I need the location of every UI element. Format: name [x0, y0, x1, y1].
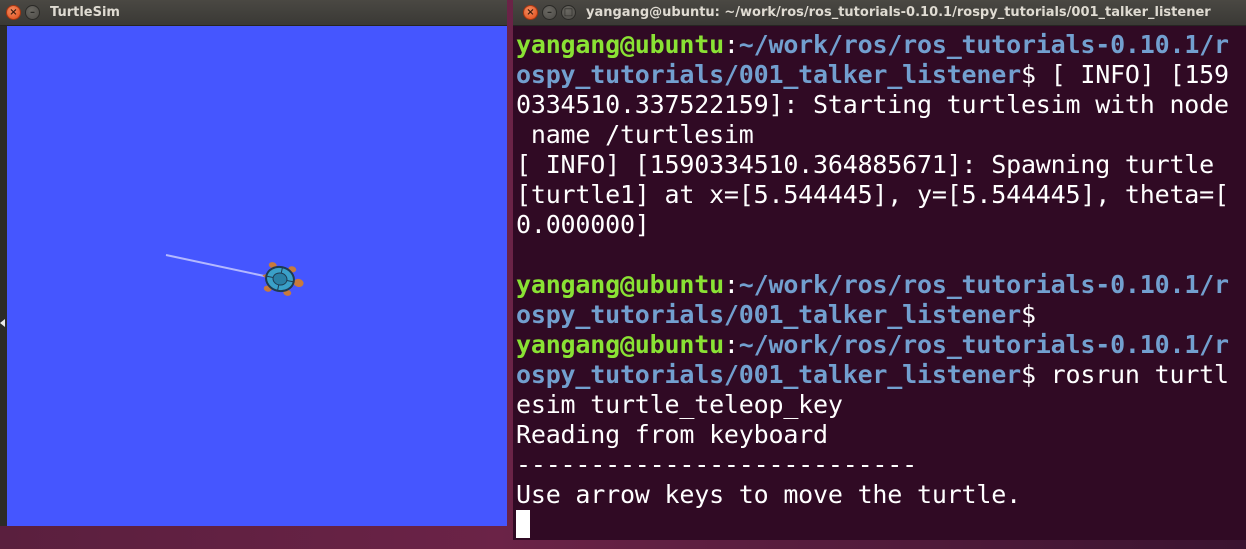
- terminal-line: ospy_tutorials/001_talker_listener$ rosr…: [516, 360, 1229, 389]
- terminal-line: name /turtlesim: [516, 120, 754, 149]
- close-icon[interactable]: ×: [523, 5, 538, 20]
- terminal-window: × – □ yangang@ubuntu: ~/work/ros/ros_tut…: [513, 0, 1246, 540]
- terminal-line: yangang@ubuntu:~/work/ros/ros_tutorials-…: [516, 270, 1229, 299]
- turtlesim-canvas: [7, 26, 507, 526]
- text-cursor: [516, 510, 530, 538]
- close-icon[interactable]: ×: [6, 5, 21, 20]
- terminal-line: esim turtle_teleop_key: [516, 390, 843, 419]
- turtle-icon: [262, 262, 304, 296]
- terminal-line: ospy_tutorials/001_talker_listener$ [ IN…: [516, 60, 1229, 89]
- terminal-line: ospy_tutorials/001_talker_listener$: [516, 300, 1036, 329]
- minimize-icon[interactable]: –: [542, 5, 557, 20]
- terminal-line: [ INFO] [1590334510.364885671]: Spawning…: [516, 150, 1215, 179]
- terminal-line: 0334510.337522159]: Starting turtlesim w…: [516, 90, 1229, 119]
- terminal-line: Use arrow keys to move the turtle.: [516, 480, 1021, 509]
- terminal-cursor-line: [516, 510, 1246, 540]
- terminal-output[interactable]: yangang@ubuntu:~/work/ros/ros_tutorials-…: [513, 26, 1246, 540]
- terminal-line: yangang@ubuntu:~/work/ros/ros_tutorials-…: [516, 330, 1229, 359]
- resize-arrow-icon: [0, 319, 5, 327]
- minimize-icon[interactable]: –: [25, 5, 40, 20]
- turtlesim-window: × – TurtleSim: [0, 0, 507, 526]
- terminal-line: [turtle1] at x=[5.544445], y=[5.544445],…: [516, 180, 1229, 209]
- terminal-line: yangang@ubuntu:~/work/ros/ros_tutorials-…: [516, 30, 1229, 59]
- maximize-icon[interactable]: □: [561, 5, 576, 20]
- turtlesim-titlebar[interactable]: × – TurtleSim: [0, 0, 507, 26]
- terminal-titlebar[interactable]: × – □ yangang@ubuntu: ~/work/ros/ros_tut…: [513, 0, 1246, 26]
- window-title: yangang@ubuntu: ~/work/ros/ros_tutorials…: [586, 4, 1211, 20]
- terminal-line: 0.000000]: [516, 210, 650, 239]
- turtle-trail: [165, 254, 270, 278]
- terminal-line: Reading from keyboard: [516, 420, 828, 449]
- window-title: TurtleSim: [50, 4, 120, 20]
- terminal-line: ---------------------------: [516, 450, 917, 479]
